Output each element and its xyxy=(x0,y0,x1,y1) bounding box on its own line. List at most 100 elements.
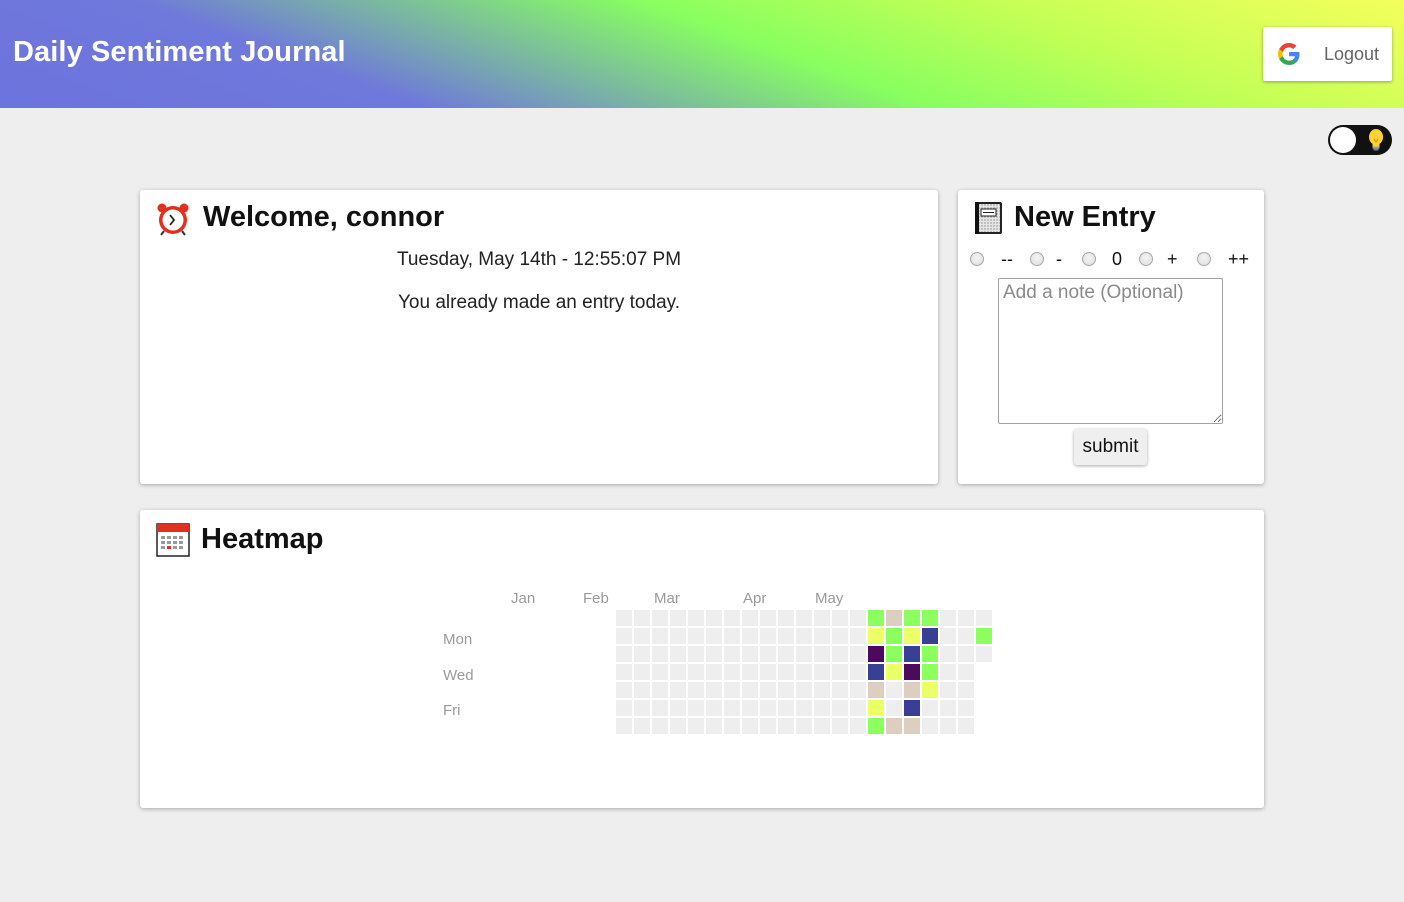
heatmap-cell[interactable] xyxy=(652,646,668,662)
heatmap-cell[interactable] xyxy=(922,646,938,662)
heatmap-cell[interactable] xyxy=(760,682,776,698)
heatmap-cell[interactable] xyxy=(652,628,668,644)
heatmap-cell[interactable] xyxy=(688,682,704,698)
heatmap-cell[interactable] xyxy=(670,682,686,698)
heatmap-cell[interactable] xyxy=(760,700,776,716)
heatmap-cell[interactable] xyxy=(922,700,938,716)
heatmap-cell[interactable] xyxy=(832,646,848,662)
heatmap-cell[interactable] xyxy=(616,682,632,698)
heatmap-cell[interactable] xyxy=(850,610,866,626)
heatmap-cell[interactable] xyxy=(850,700,866,716)
heatmap-cell[interactable] xyxy=(958,628,974,644)
sentiment-option-very-positive[interactable]: ++ xyxy=(1197,249,1257,272)
heatmap-cell[interactable] xyxy=(868,718,884,734)
heatmap-cell[interactable] xyxy=(760,628,776,644)
heatmap-cell[interactable] xyxy=(850,718,866,734)
heatmap-cell[interactable] xyxy=(796,628,812,644)
radio-button[interactable] xyxy=(1030,252,1044,266)
sentiment-option-negative[interactable]: - xyxy=(1030,249,1074,272)
heatmap-cell[interactable] xyxy=(940,664,956,680)
heatmap-cell[interactable] xyxy=(706,682,722,698)
heatmap-cell[interactable] xyxy=(796,700,812,716)
heatmap-cell[interactable] xyxy=(814,610,830,626)
radio-button[interactable] xyxy=(1082,252,1096,266)
heatmap-cell[interactable] xyxy=(652,610,668,626)
heatmap-cell[interactable] xyxy=(904,628,920,644)
heatmap-cell[interactable] xyxy=(652,718,668,734)
heatmap-cell[interactable] xyxy=(724,628,740,644)
heatmap-cell[interactable] xyxy=(922,628,938,644)
heatmap-cell[interactable] xyxy=(706,718,722,734)
heatmap-cell[interactable] xyxy=(922,664,938,680)
heatmap-cell[interactable] xyxy=(868,628,884,644)
heatmap-cell[interactable] xyxy=(742,628,758,644)
heatmap-cell[interactable] xyxy=(670,646,686,662)
heatmap-cell[interactable] xyxy=(886,700,902,716)
heatmap-cell[interactable] xyxy=(940,628,956,644)
heatmap-cell[interactable] xyxy=(814,664,830,680)
heatmap-cell[interactable] xyxy=(670,628,686,644)
heatmap-cell[interactable] xyxy=(724,682,740,698)
heatmap-cell[interactable] xyxy=(958,664,974,680)
heatmap-cell[interactable] xyxy=(688,610,704,626)
heatmap-cell[interactable] xyxy=(886,628,902,644)
heatmap-cell[interactable] xyxy=(940,682,956,698)
heatmap-cell[interactable] xyxy=(742,610,758,626)
heatmap-cell[interactable] xyxy=(706,664,722,680)
heatmap-cell[interactable] xyxy=(688,700,704,716)
heatmap-cell[interactable] xyxy=(940,700,956,716)
heatmap-cell[interactable] xyxy=(886,664,902,680)
heatmap-cell[interactable] xyxy=(904,664,920,680)
heatmap-cell[interactable] xyxy=(796,646,812,662)
heatmap-cell[interactable] xyxy=(832,700,848,716)
heatmap-cell[interactable] xyxy=(724,610,740,626)
heatmap-cell[interactable] xyxy=(958,646,974,662)
heatmap-cell[interactable] xyxy=(742,646,758,662)
heatmap-cell[interactable] xyxy=(760,664,776,680)
heatmap-cell[interactable] xyxy=(778,682,794,698)
heatmap-cell[interactable] xyxy=(796,682,812,698)
heatmap-cell[interactable] xyxy=(814,628,830,644)
heatmap-cell[interactable] xyxy=(904,700,920,716)
heatmap-cell[interactable] xyxy=(742,700,758,716)
heatmap-cell[interactable] xyxy=(850,646,866,662)
heatmap-cell[interactable] xyxy=(724,646,740,662)
heatmap-cell[interactable] xyxy=(940,718,956,734)
heatmap-cell[interactable] xyxy=(850,664,866,680)
sentiment-option-very-negative[interactable]: -- xyxy=(970,249,1020,272)
heatmap-cell[interactable] xyxy=(724,664,740,680)
heatmap-cell[interactable] xyxy=(652,682,668,698)
radio-button[interactable] xyxy=(970,252,984,266)
heatmap-cell[interactable] xyxy=(832,682,848,698)
heatmap-cell[interactable] xyxy=(634,646,650,662)
submit-button[interactable]: submit xyxy=(1074,429,1147,465)
heatmap-cell[interactable] xyxy=(706,628,722,644)
heatmap-cell[interactable] xyxy=(616,700,632,716)
heatmap-cell[interactable] xyxy=(922,718,938,734)
heatmap-cell[interactable] xyxy=(616,664,632,680)
heatmap-cell[interactable] xyxy=(688,628,704,644)
heatmap-cell[interactable] xyxy=(742,664,758,680)
heatmap-cell[interactable] xyxy=(958,610,974,626)
heatmap-cell[interactable] xyxy=(706,646,722,662)
heatmap-cell[interactable] xyxy=(796,610,812,626)
heatmap-cell[interactable] xyxy=(886,646,902,662)
heatmap-cell[interactable] xyxy=(652,664,668,680)
heatmap-cell[interactable] xyxy=(850,682,866,698)
heatmap-cell[interactable] xyxy=(814,682,830,698)
heatmap-cell[interactable] xyxy=(886,718,902,734)
radio-button[interactable] xyxy=(1139,252,1153,266)
heatmap-cell[interactable] xyxy=(940,646,956,662)
heatmap-cell[interactable] xyxy=(742,718,758,734)
heatmap-cell[interactable] xyxy=(814,700,830,716)
heatmap-cell[interactable] xyxy=(922,682,938,698)
heatmap-cell[interactable] xyxy=(760,718,776,734)
heatmap-cell[interactable] xyxy=(778,664,794,680)
heatmap-cell[interactable] xyxy=(904,610,920,626)
heatmap-cell[interactable] xyxy=(976,646,992,662)
heatmap-cell[interactable] xyxy=(778,628,794,644)
heatmap-cell[interactable] xyxy=(958,700,974,716)
heatmap-cell[interactable] xyxy=(724,718,740,734)
heatmap-cell[interactable] xyxy=(796,664,812,680)
heatmap-cell[interactable] xyxy=(886,610,902,626)
